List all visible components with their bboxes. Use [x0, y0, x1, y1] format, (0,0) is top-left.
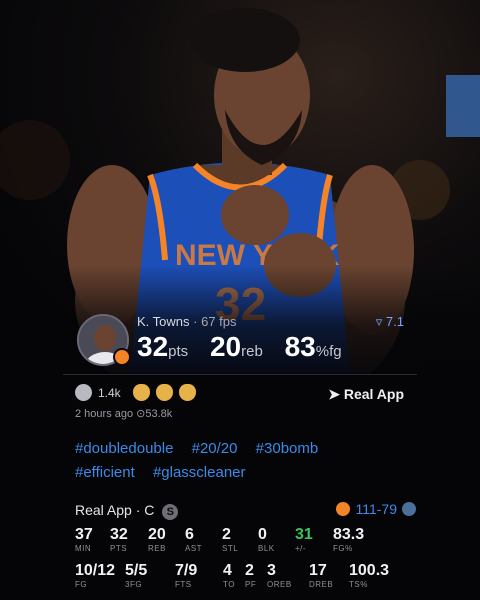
reaction-count: 1.4k	[98, 385, 121, 400]
score-value: 111-79	[355, 501, 397, 517]
hashtags-line-1: #doubledouble #20/20 #30bomb	[75, 440, 435, 457]
arrow-icon: ➤	[328, 386, 340, 402]
stat-to: 4 TO	[223, 562, 235, 589]
stat-min: 37 MIN	[75, 526, 93, 553]
player-name[interactable]: K. Towns	[137, 314, 190, 329]
rebounds-unit: reb	[241, 343, 263, 360]
stat-fts: 7/9 FTS	[175, 562, 198, 589]
stat-3fg: 5/5 3FG	[125, 562, 148, 589]
stat-pts: 32 PTS	[110, 526, 128, 553]
hashtag[interactable]: #doubledouble	[75, 440, 173, 457]
hashtags-line-2: #efficient #glasscleaner	[75, 464, 435, 481]
box-source: Real App · C	[75, 502, 155, 518]
smile-emoji-icon[interactable]	[75, 384, 92, 401]
stat-plus-minus: 31 +/-	[295, 526, 313, 553]
stat-oreb: 3 OREB	[267, 562, 292, 589]
stat-fg: 10/12 FG	[75, 562, 116, 589]
stat-dreb: 17 DREB	[309, 562, 334, 589]
player-fps: 67 fps	[201, 314, 237, 329]
rating-value: 7.1	[385, 314, 404, 329]
knicks-logo-icon	[336, 502, 351, 516]
cat-emoji-icon[interactable]	[178, 384, 196, 401]
real-app-label: Real App	[343, 386, 404, 402]
stat-blk: 0 BLK	[258, 526, 275, 553]
game-score[interactable]: 111-79	[336, 501, 416, 517]
box-score-row-1: 37 MIN 32 PTS 20 REB 6 AST 2 STL 0 BLK 31 +/- 8…	[75, 526, 383, 554]
headline-stats: 32pts 20reb 83%fg	[137, 331, 356, 363]
views-count: 53.8k	[145, 408, 173, 420]
box-score-title[interactable]: Real App · C S	[75, 502, 179, 520]
timberwolves-logo-icon	[402, 502, 416, 516]
fg-value: 83	[284, 331, 316, 362]
team-logo-icon	[113, 348, 131, 366]
points-value: 32	[137, 331, 169, 362]
rebounds-value: 20	[209, 331, 242, 362]
hashtag[interactable]: #glasscleaner	[153, 464, 246, 481]
stat-fg-pct: 83.3 FG%	[333, 526, 365, 553]
cat-emoji-icon[interactable]	[155, 384, 173, 401]
real-app-link[interactable]: ➤ Real App	[328, 386, 404, 403]
fg-unit: %fg	[315, 343, 342, 360]
player-header: K. Towns · 67 fps	[137, 314, 237, 329]
post-meta: 2 hours ago ⊙53.8k	[75, 407, 172, 420]
rating-icon: ▿	[375, 314, 383, 329]
box-score-row-2: 10/12 FG 5/5 3FG 7/9 FTS 4 TO 2 PF 3 OREB 17 DR…	[75, 562, 399, 590]
cat-emoji-icon[interactable]	[132, 384, 150, 401]
hashtag[interactable]: #20/20	[192, 440, 238, 457]
points-unit: pts	[168, 343, 189, 360]
reactions-row[interactable]: 1.4k	[75, 384, 196, 401]
player-photo[interactable]: NEW YORK 32	[0, 0, 480, 375]
s-badge-icon: S	[162, 504, 179, 520]
stat-stl: 2 STL	[222, 526, 239, 553]
stat-ts-pct: 100.3 TS%	[349, 562, 390, 589]
views-icon: ⊙	[136, 408, 146, 420]
divider	[63, 374, 417, 375]
player-rating: ▿ 7.1	[376, 314, 404, 330]
stat-ast: 6 AST	[185, 526, 203, 553]
stat-pf: 2 PF	[245, 562, 257, 589]
stat-reb: 20 REB	[148, 526, 166, 553]
hashtag[interactable]: #efficient	[75, 464, 135, 481]
post-time: 2 hours ago	[75, 408, 134, 420]
hashtag[interactable]: #30bomb	[256, 440, 319, 457]
